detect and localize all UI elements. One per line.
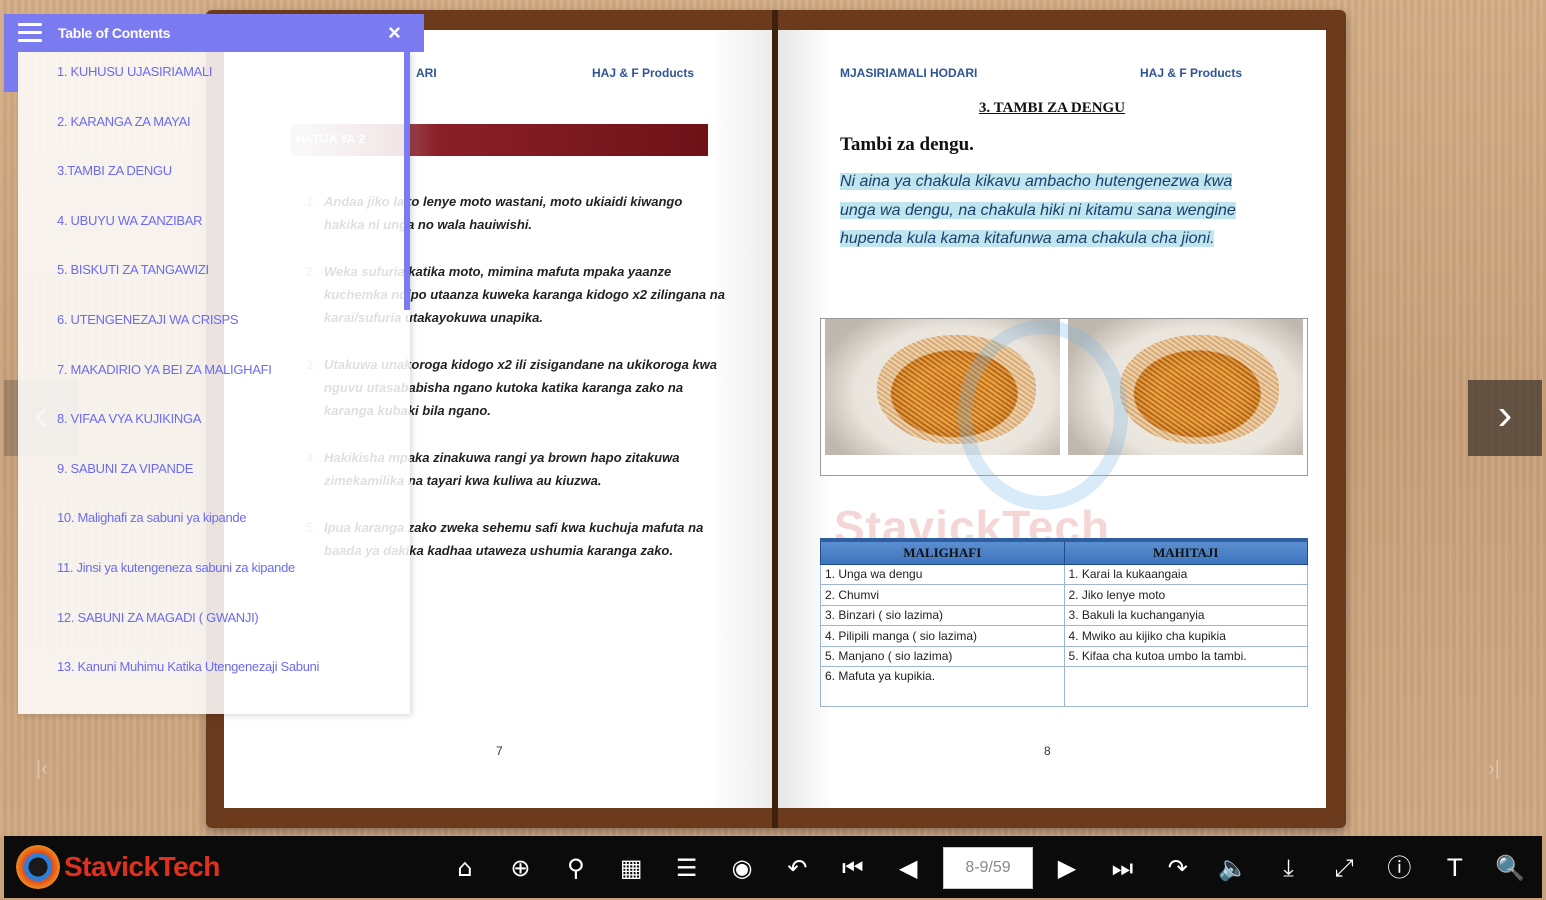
next-page-icon[interactable]: ▶	[1050, 851, 1084, 885]
ingredients-table: MALIGHAFI MAHITAJI 1. Unga wa dengu 1. Ka…	[820, 538, 1308, 707]
sound-icon[interactable]: 🔈	[1216, 851, 1250, 885]
last-page-corner-icon[interactable]: ›|	[1488, 758, 1500, 781]
malighafi-cell: 1. Unga wa dengu	[820, 563, 1065, 585]
first-page-icon[interactable]: ⏮	[836, 851, 870, 885]
table-row: 5. Manjano ( sio lazima) 5. Kifaa cha kut…	[820, 645, 1308, 667]
last-page-icon[interactable]: ⏭	[1105, 851, 1139, 885]
mahitaji-cell: 1. Karai la kukaangaia	[1063, 563, 1308, 585]
toc-header: Table of Contents ×	[4, 14, 424, 52]
toc-icon[interactable]: ☰	[670, 851, 704, 885]
table-row: 1. Unga wa dengu 1. Karai la kukaangaia	[820, 563, 1308, 585]
brand-name: StavickTech	[64, 851, 220, 882]
toc-item[interactable]: 8. VIFAA VYA KUJIKINGA	[57, 411, 201, 426]
watermark-logo	[958, 320, 1128, 510]
prev-page-icon[interactable]: ◀	[891, 851, 925, 885]
next-page-arrow[interactable]: ›	[1468, 380, 1542, 456]
malighafi-cell: 3. Binzari ( sio lazima)	[820, 604, 1065, 626]
section-paragraph: Ni aina ya chakula kikavu ambacho huteng…	[840, 168, 1260, 254]
toc-scrollbar[interactable]	[404, 52, 410, 310]
autoplay-icon[interactable]: ◉	[725, 851, 759, 885]
malighafi-cell: 4. Pilipili manga ( sio lazima)	[820, 625, 1065, 647]
section-title: 3. TAMBI ZA DENGU	[978, 100, 1126, 116]
table-of-contents-panel: 1. KUHUSU UJASIRIAMALI 2. KARANGA ZA MAYA…	[4, 14, 424, 714]
undo-icon[interactable]: ↶	[780, 851, 814, 885]
mahitaji-cell: 4. Mwiko au kijiko cha kupikia	[1063, 625, 1308, 647]
download-icon[interactable]: ⤓	[1272, 851, 1306, 885]
table-header-mahitaji: MAHITAJI	[1063, 538, 1308, 565]
mahitaji-cell: 2. Jiko lenye moto	[1063, 584, 1308, 606]
malighafi-cell: 2. Chumvi	[820, 584, 1065, 606]
mahitaji-cell	[1063, 666, 1308, 707]
hamburger-icon[interactable]	[18, 23, 42, 43]
toc-item[interactable]: 4. UBUYU WA ZANZIBAR	[57, 213, 203, 228]
bottom-toolbar: StavickTech 8-9/59 ⌂ ⊕ ⚲ ▦ ☰ ◉ ↶ ⏮ ◀ ▶ ⏭ ↷ 🔈 ⤓ ⤢ ⓘ T 🔍	[4, 836, 1542, 898]
right-page-header-right: HAJ & F Products	[1140, 66, 1243, 80]
toc-item[interactable]: 12. SABUNI ZA MAGADI ( GWANJI)	[57, 610, 259, 625]
toc-item[interactable]: 9. SABUNI ZA VIPANDE	[57, 461, 193, 476]
first-page-corner-icon[interactable]: |‹	[36, 758, 48, 781]
page-number-input[interactable]: 8-9/59	[943, 847, 1033, 889]
highlighted-text: Ni aina ya chakula kikavu ambacho huteng…	[840, 173, 1236, 247]
redo-icon[interactable]: ↷	[1161, 851, 1195, 885]
thumbnails-icon[interactable]: ▦	[614, 851, 648, 885]
malighafi-cell: 6. Mafuta ya kupikia.	[820, 666, 1065, 707]
table-row: 4. Pilipili manga ( sio lazima) 4. Mwiko …	[820, 625, 1308, 647]
toc-list: 1. KUHUSU UJASIRIAMALI 2. KARANGA ZA MAYA…	[18, 52, 410, 714]
toc-item[interactable]: 11. Jinsi ya kutengeneza sabuni za kipan…	[57, 560, 295, 575]
book-spine	[772, 10, 778, 828]
toc-item[interactable]: 10. Malighafi za sabuni ya kipande	[57, 510, 247, 525]
toc-title: Table of Contents	[58, 25, 171, 41]
toc-active-indicator	[4, 52, 18, 92]
left-page-number: 7	[496, 744, 503, 758]
info-icon[interactable]: ⓘ	[1382, 851, 1416, 885]
brand[interactable]: StavickTech	[16, 844, 220, 890]
left-page-header-right: HAJ & F Products	[592, 66, 695, 80]
table-row: 6. Mafuta ya kupikia.	[820, 666, 1308, 707]
home-icon[interactable]: ⌂	[448, 851, 482, 885]
zoom-icon[interactable]: 🔍	[1493, 851, 1527, 885]
zoom-in-icon[interactable]: ⊕	[503, 851, 537, 885]
close-icon[interactable]: ×	[388, 20, 401, 46]
toc-item[interactable]: 1. KUHUSU UJASIRIAMALI	[57, 64, 213, 79]
mahitaji-cell: 3. Bakuli la kuchanganyia	[1063, 604, 1308, 626]
table-header-malighafi: MALIGHAFI	[820, 538, 1065, 565]
malighafi-cell: 5. Manjano ( sio lazima)	[820, 645, 1065, 667]
fullscreen-icon[interactable]: ⤢	[1327, 851, 1361, 885]
table-row: 3. Binzari ( sio lazima) 3. Bakuli la kuc…	[820, 604, 1308, 626]
right-page-header-left: MJASIRIAMALI HODARI	[840, 66, 978, 80]
text-icon[interactable]: T	[1438, 851, 1472, 885]
toc-item[interactable]: 7. MAKADIRIO YA BEI ZA MALIGHAFI	[57, 362, 272, 377]
toc-item[interactable]: 2. KARANGA ZA MAYAI	[57, 114, 191, 129]
toc-item[interactable]: 3.TAMBI ZA DENGU	[57, 163, 172, 178]
right-page-number: 8	[1044, 744, 1051, 758]
toc-item[interactable]: 13. Kanuni Muhimu Katika Utengenezaji Sa…	[57, 659, 319, 674]
right-page[interactable]: MJASIRIAMALI HODARI HAJ & F Products 3. …	[778, 30, 1326, 808]
brand-logo-icon	[16, 845, 60, 889]
table-row: 2. Chumvi 2. Jiko lenye moto	[820, 584, 1308, 606]
section-heading: Tambi za dengu.	[840, 134, 974, 155]
toc-item[interactable]: 6. UTENGENEZAJI WA CRISPS	[57, 312, 239, 327]
toc-item[interactable]: 5. BISKUTI ZA TANGAWIZI	[57, 262, 209, 277]
search-icon[interactable]: ⚲	[559, 851, 593, 885]
mahitaji-cell: 5. Kifaa cha kutoa umbo la tambi.	[1063, 645, 1308, 667]
